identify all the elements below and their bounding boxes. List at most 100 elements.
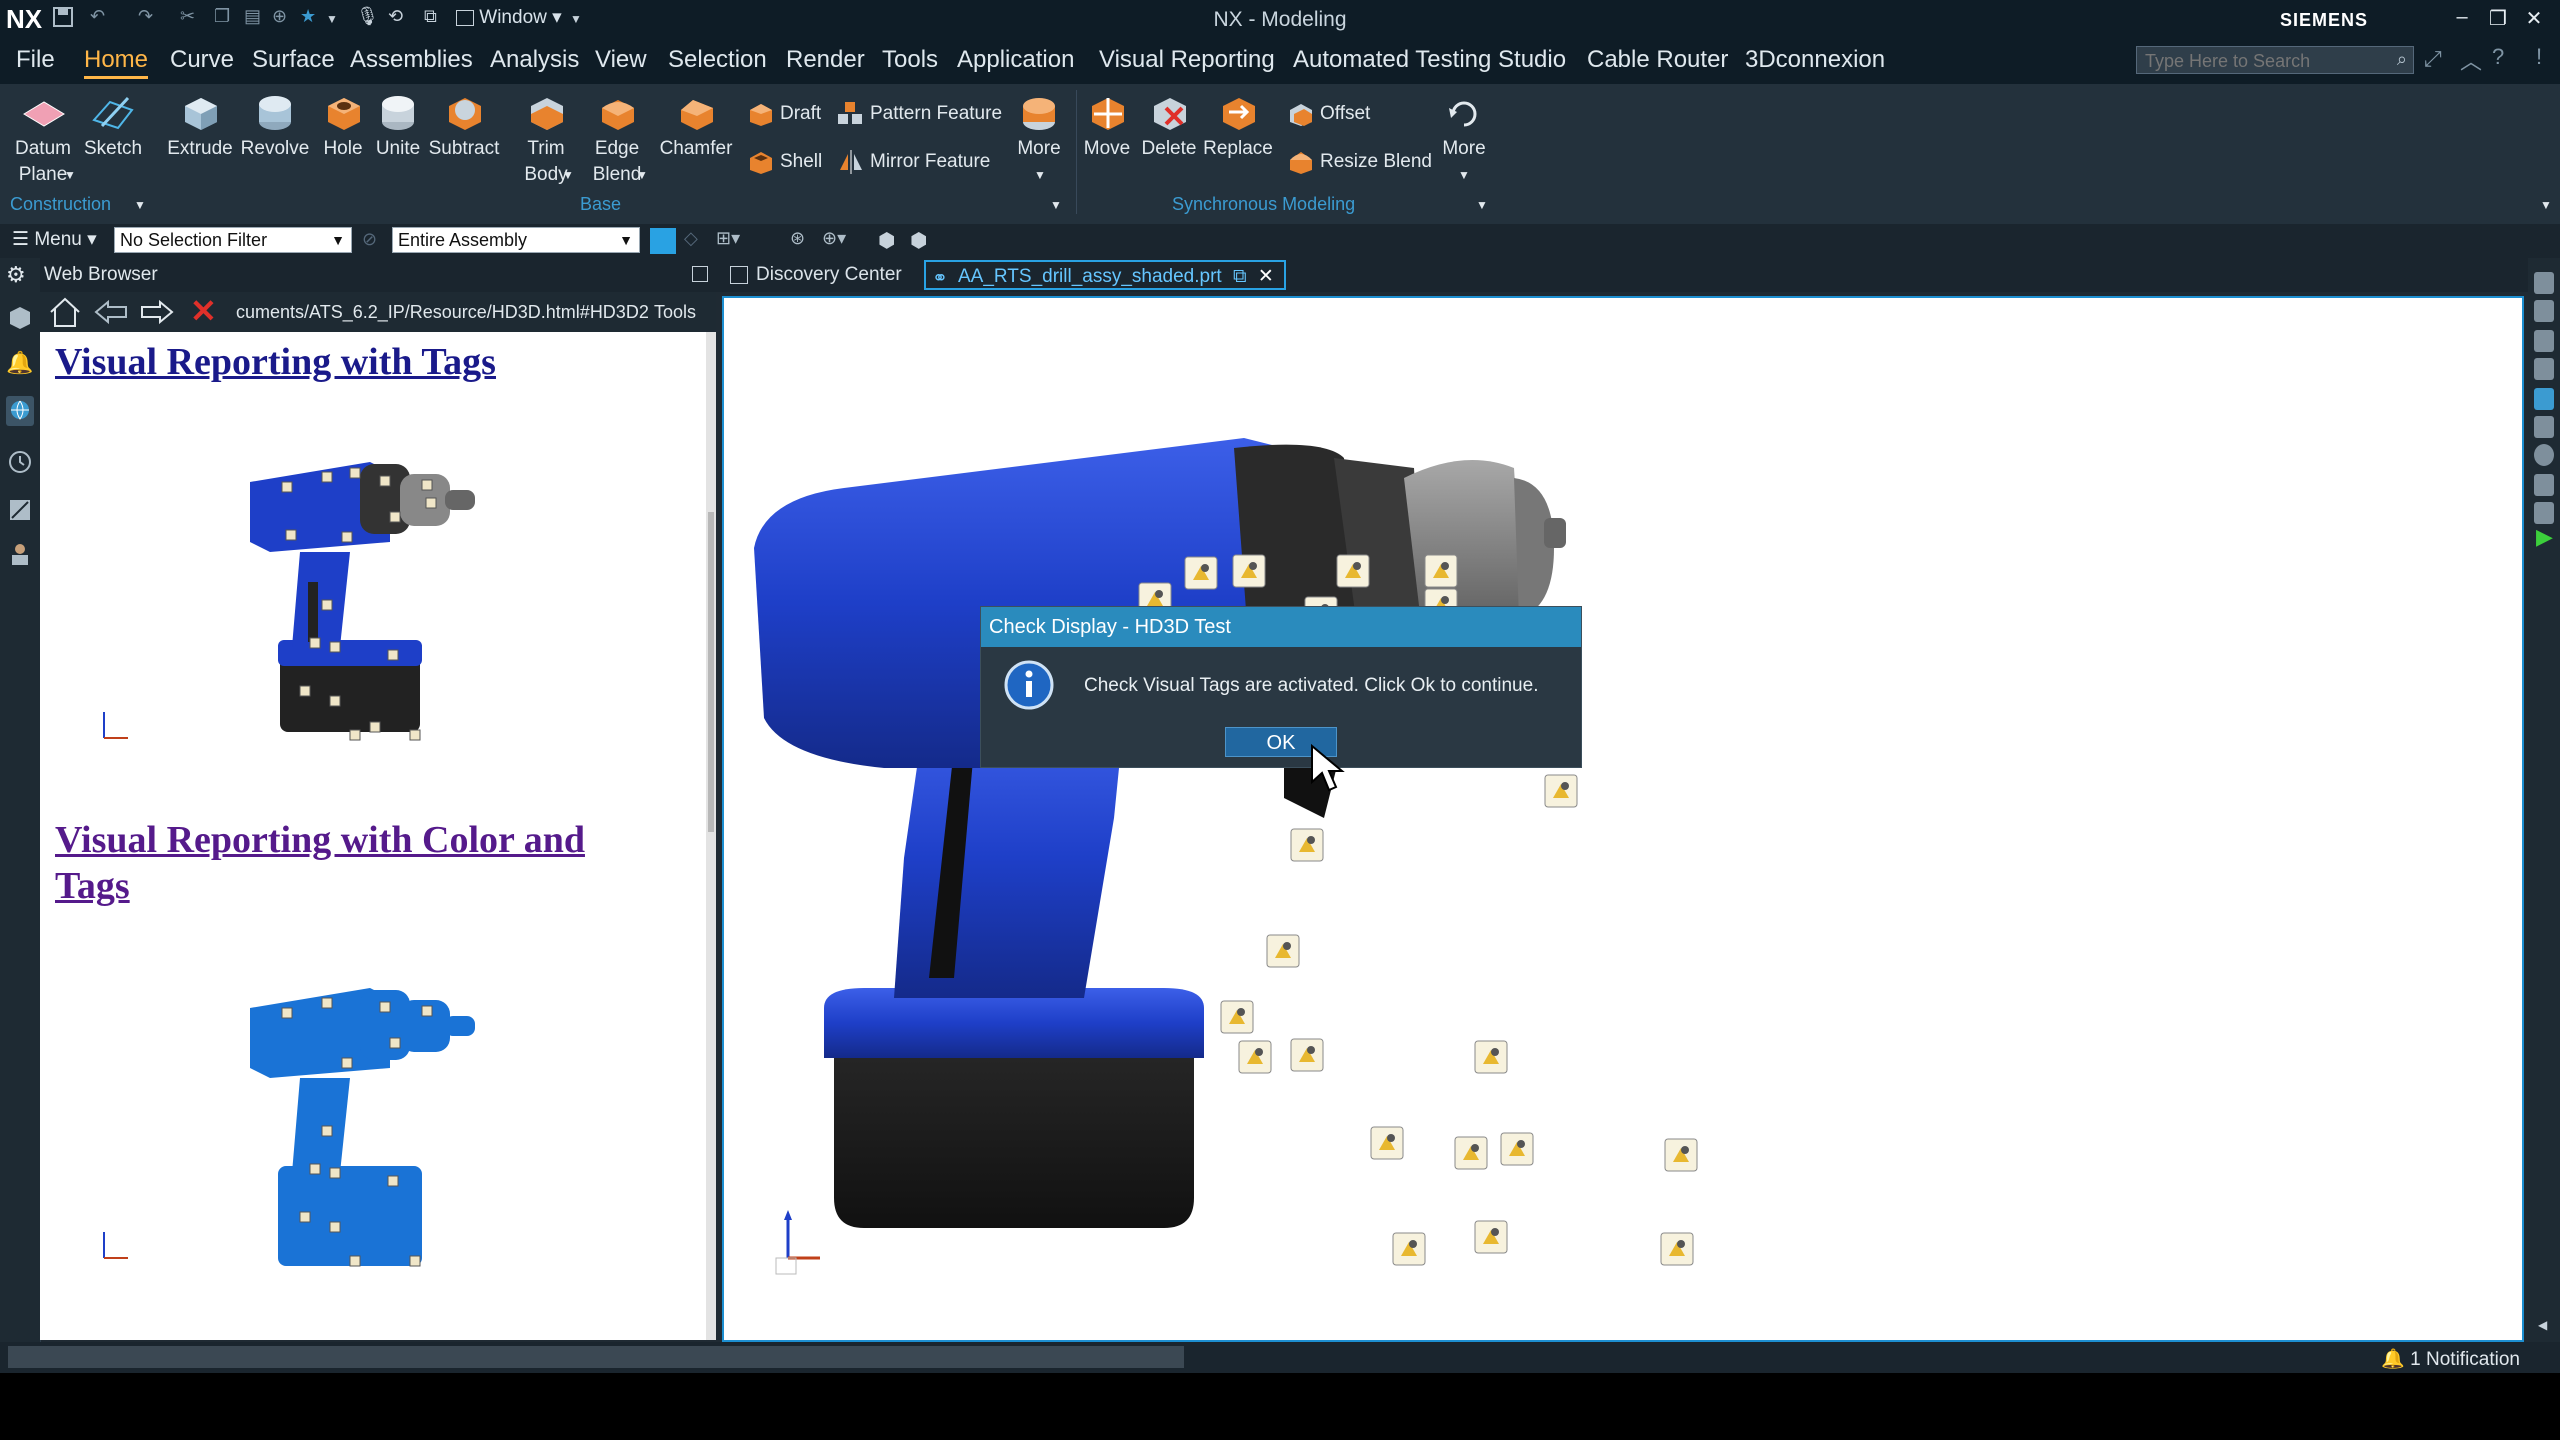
tag-icon[interactable]	[1664, 1138, 1698, 1172]
search-icon[interactable]: ⌕	[2397, 49, 2407, 70]
close-tab-icon[interactable]: ✕	[1258, 266, 1274, 287]
graphics-window[interactable]	[722, 296, 2524, 1342]
selection-options-icon[interactable]: ⊞▾	[716, 228, 740, 249]
tag-icon[interactable]	[1424, 554, 1458, 588]
collapse-ribbon-icon[interactable]: ︿	[2460, 44, 2482, 76]
settings-icon[interactable]: ⚙	[6, 262, 34, 292]
tag-icon[interactable]	[1220, 1000, 1254, 1034]
menu-application[interactable]: Application	[957, 46, 1074, 74]
scrollbar-thumb[interactable]	[708, 512, 714, 832]
shell-button[interactable]: Shell	[746, 144, 822, 180]
home-icon[interactable]	[48, 296, 82, 333]
palette-icon[interactable]	[2534, 388, 2554, 410]
chevron-down-icon[interactable]: ▼	[2540, 198, 2552, 212]
stop-icon[interactable]: ✕	[190, 292, 217, 330]
menu-visual-reporting[interactable]: Visual Reporting	[1099, 46, 1275, 74]
tab-discovery-center[interactable]: Discovery Center	[724, 260, 912, 290]
menu-surface[interactable]: Surface	[252, 46, 335, 74]
shaded-icon[interactable]: ⬢	[910, 228, 927, 253]
pattern-feature-button[interactable]: Pattern Feature	[836, 96, 1002, 132]
add-selection-icon[interactable]: ⊕▾	[822, 228, 846, 249]
extrude-button[interactable]: Extrude	[164, 92, 236, 162]
fullscreen-icon[interactable]: ⤢	[2424, 46, 2442, 72]
tag-icon[interactable]	[1500, 1132, 1534, 1166]
cloud-icon[interactable]	[2534, 502, 2554, 524]
menu-view[interactable]: View	[595, 46, 647, 74]
tag-icon[interactable]	[1660, 1232, 1694, 1266]
heading-visual-reporting-color-tags-line2[interactable]: Tags	[55, 864, 130, 908]
detach-tab-icon[interactable]: ⧉	[1233, 266, 1247, 287]
menu-tools[interactable]: Tools	[882, 46, 938, 74]
web-browser-icon[interactable]	[6, 396, 34, 426]
snap-icon[interactable]: ◇	[684, 228, 698, 249]
tag-icon[interactable]	[1544, 774, 1578, 808]
command-search[interactable]: ⌕	[2136, 46, 2414, 75]
minimize-button[interactable]: –	[2444, 6, 2480, 32]
tag-icon[interactable]	[1266, 934, 1300, 968]
wireframe-icon[interactable]: ⬢	[878, 228, 895, 253]
cube-icon[interactable]	[2534, 358, 2554, 380]
resize-blend-button[interactable]: Resize Blend	[1286, 144, 1432, 180]
chevron-down-icon[interactable]: ▼	[636, 168, 648, 182]
selection-filter-dropdown[interactable]: No Selection Filter ▼	[114, 227, 352, 253]
notification-button[interactable]: 🔔 1 Notification	[2381, 1347, 2520, 1371]
heading-visual-reporting-color-tags-line1[interactable]: Visual Reporting with Color and	[55, 818, 585, 862]
tag-icon[interactable]	[1392, 1232, 1426, 1266]
panel-icon[interactable]	[2534, 272, 2554, 294]
selection-scope-dropdown[interactable]: Entire Assembly ▼	[392, 227, 640, 253]
menu-selection[interactable]: Selection	[668, 46, 767, 74]
tag-icon[interactable]	[1474, 1220, 1508, 1254]
close-window-button[interactable]: ✕	[2516, 6, 2552, 32]
back-icon[interactable]	[94, 296, 128, 333]
help-icon[interactable]	[2534, 444, 2554, 466]
revolve-button[interactable]: Revolve	[238, 92, 312, 162]
url-field[interactable]: cuments/ATS_6.2_IP/Resource/HD3D.html#HD…	[236, 302, 684, 323]
menu-cable-router[interactable]: Cable Router	[1587, 46, 1728, 74]
more-base-button[interactable]: More	[1006, 92, 1072, 162]
history-icon[interactable]	[6, 448, 34, 478]
part-navigator-icon[interactable]	[6, 304, 34, 334]
tag-icon[interactable]	[1232, 554, 1266, 588]
draft-button[interactable]: Draft	[746, 96, 821, 132]
search-input[interactable]	[2137, 47, 2387, 75]
web-browser-scrollbar[interactable]	[706, 332, 716, 1340]
user-icon[interactable]	[6, 540, 34, 570]
play-icon[interactable]: ▶	[2536, 524, 2553, 550]
select-features-icon[interactable]	[650, 228, 676, 254]
replace-button[interactable]: Replace	[1202, 92, 1274, 162]
chamfer-button[interactable]: Chamfer	[658, 92, 734, 162]
filter-icon[interactable]: ⊘	[362, 229, 377, 250]
offset-button[interactable]: Offset	[1286, 96, 1370, 132]
help-icon[interactable]: ?	[2492, 44, 2504, 70]
tag-icon[interactable]	[1370, 1126, 1404, 1160]
menu-render[interactable]: Render	[786, 46, 865, 74]
layers-icon[interactable]	[2534, 330, 2554, 352]
tag-icon[interactable]	[1336, 554, 1370, 588]
menu-file[interactable]: File	[16, 46, 55, 74]
reuse-library-icon[interactable]: 🔔	[6, 350, 34, 380]
chevron-down-icon[interactable]: ▼	[1034, 168, 1046, 182]
tag-icon[interactable]	[1474, 1040, 1508, 1074]
tab-part-file[interactable]: ⚭ AA_RTS_drill_assy_shaded.prt ⧉ ✕	[924, 260, 1286, 290]
horizontal-scrollbar[interactable]	[8, 1346, 1184, 1368]
maximize-panel-icon[interactable]	[692, 266, 708, 282]
subtract-button[interactable]: Subtract	[426, 92, 502, 162]
alert-icon[interactable]: !	[2536, 44, 2542, 70]
chevron-down-icon[interactable]: ▼	[1458, 168, 1470, 182]
tag-icon[interactable]	[1454, 1136, 1488, 1170]
menu-curve[interactable]: Curve	[170, 46, 234, 74]
menu-analysis[interactable]: Analysis	[490, 46, 579, 74]
dashboard-icon[interactable]	[2534, 474, 2554, 496]
chevron-down-icon[interactable]: ▼	[1476, 198, 1488, 212]
chevron-down-icon[interactable]: ▼	[562, 168, 574, 182]
forward-icon[interactable]	[140, 296, 174, 333]
delete-button[interactable]: Delete	[1138, 92, 1200, 162]
menu-home[interactable]: Home	[84, 46, 149, 79]
chevron-down-icon[interactable]: ▼	[64, 168, 76, 182]
menu-assemblies[interactable]: Assemblies	[350, 46, 473, 74]
heading-visual-reporting-tags[interactable]: Visual Reporting with Tags	[55, 340, 496, 384]
chevron-down-icon[interactable]: ▼	[134, 198, 146, 212]
assembly-icon[interactable]	[2534, 416, 2554, 438]
role-icon[interactable]	[6, 496, 34, 526]
unite-button[interactable]: Unite	[370, 92, 426, 162]
